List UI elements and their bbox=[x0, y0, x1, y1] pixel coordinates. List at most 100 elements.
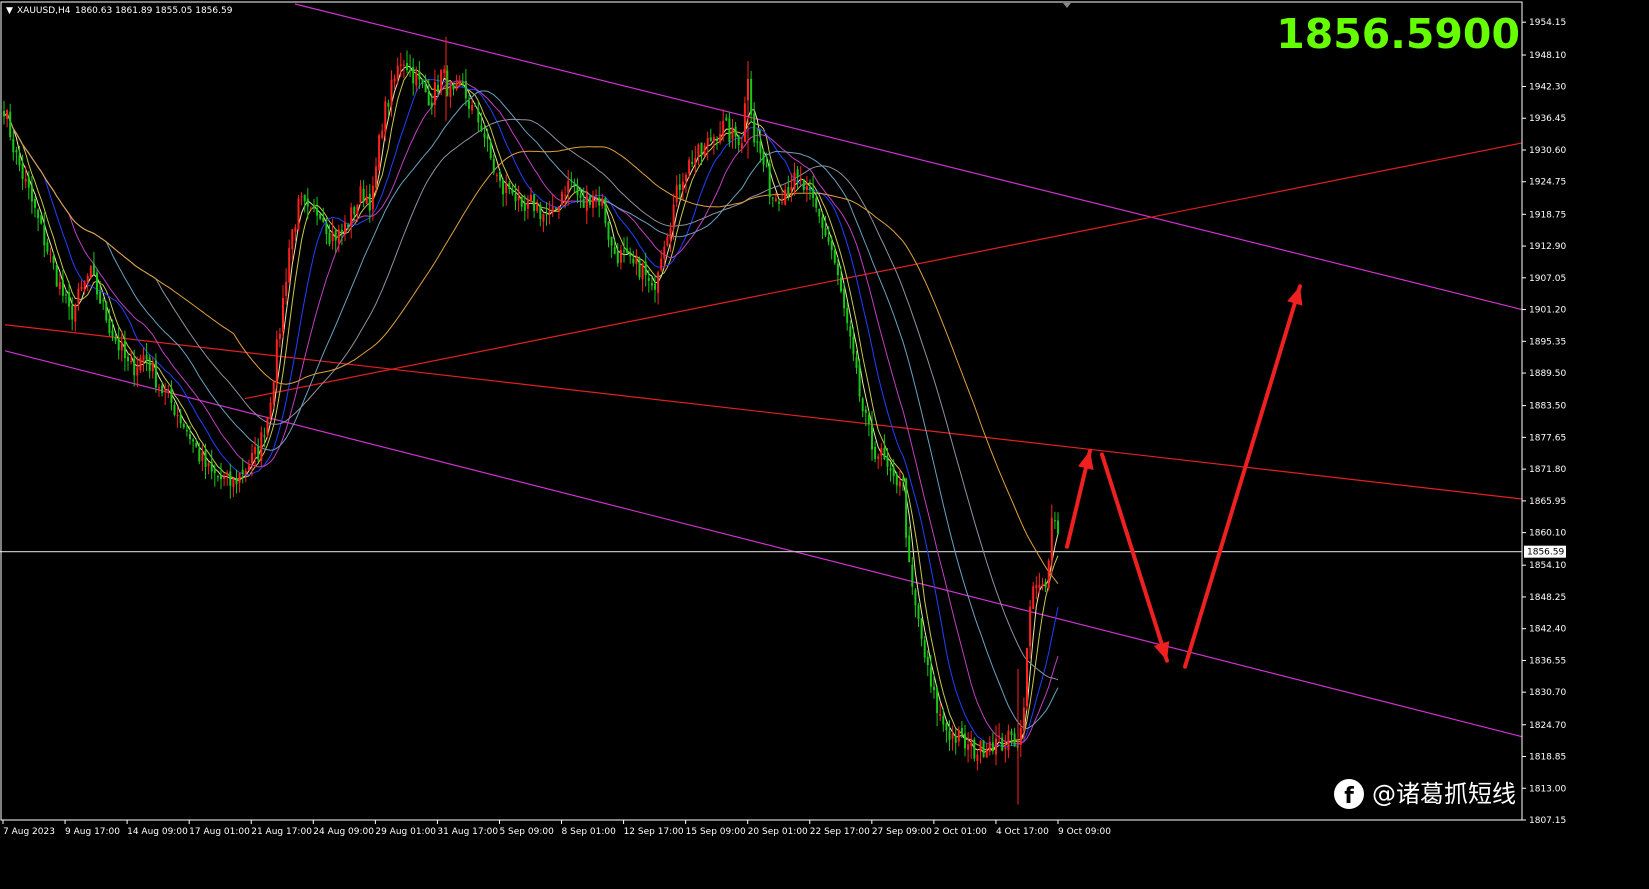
x-tick-label: 5 Sep 09:00 bbox=[499, 827, 554, 837]
candle-body bbox=[750, 78, 753, 115]
candle-body bbox=[939, 713, 942, 716]
candle-body bbox=[375, 166, 377, 188]
candle-body bbox=[650, 283, 653, 286]
candle-body bbox=[300, 196, 303, 198]
candle-body bbox=[657, 272, 660, 293]
candle-body bbox=[306, 198, 309, 207]
candle-body bbox=[229, 471, 232, 486]
candle-body bbox=[768, 163, 771, 198]
candle-body bbox=[1050, 517, 1053, 563]
candle-body bbox=[337, 229, 340, 243]
x-tick-label: 29 Aug 01:00 bbox=[375, 827, 436, 837]
candle-body bbox=[759, 141, 762, 154]
candle-body bbox=[68, 292, 71, 307]
candle-body bbox=[991, 742, 994, 752]
candle-body bbox=[554, 207, 557, 209]
candle-body bbox=[24, 178, 27, 182]
candle-body bbox=[99, 291, 102, 304]
candle-body bbox=[325, 223, 328, 235]
candle-body bbox=[843, 288, 846, 309]
candle-body bbox=[371, 185, 374, 210]
candle-body bbox=[545, 213, 548, 215]
candle-body bbox=[111, 330, 114, 337]
candle-body bbox=[241, 469, 244, 475]
candle-body bbox=[378, 135, 381, 170]
candle-body bbox=[393, 78, 396, 82]
candle-body bbox=[864, 409, 867, 413]
candle-body bbox=[216, 476, 219, 478]
candle-body bbox=[43, 225, 46, 246]
chart-canvas[interactable]: 1954.15 1948.10 1942.30 1936.45 1930.60 1924.… bbox=[0, 0, 1649, 885]
candle-body bbox=[995, 738, 997, 755]
x-tick-label: 12 Sep 17:00 bbox=[624, 827, 684, 837]
candle-body bbox=[55, 265, 58, 287]
shift-marker-icon[interactable] bbox=[1063, 3, 1071, 8]
candle-body bbox=[685, 174, 687, 181]
candle-body bbox=[526, 200, 529, 209]
y-tick-label: 1813.00 bbox=[1529, 784, 1566, 794]
candle-body bbox=[926, 657, 929, 666]
y-tick-label: 1836.55 bbox=[1529, 656, 1566, 666]
candle-body bbox=[365, 196, 368, 204]
candle-body bbox=[582, 199, 585, 208]
candle-body bbox=[334, 230, 337, 241]
candle-body bbox=[694, 157, 697, 166]
y-tick-label: 1895.35 bbox=[1529, 337, 1566, 347]
x-tick-label: 27 Sep 09:00 bbox=[872, 827, 932, 837]
candle-body bbox=[198, 448, 201, 462]
trendline-rising bbox=[244, 142, 1523, 400]
candle-body bbox=[1053, 520, 1056, 522]
candle-body bbox=[117, 338, 120, 351]
candle-body bbox=[536, 204, 539, 211]
candle-body bbox=[424, 82, 427, 93]
candle-body bbox=[105, 301, 108, 321]
candle-body bbox=[282, 298, 284, 332]
candle-body bbox=[898, 481, 901, 487]
candle-body bbox=[40, 215, 43, 224]
candle-body bbox=[712, 136, 715, 142]
candle-body bbox=[929, 667, 932, 687]
chart-collapse-icon[interactable]: ▼ bbox=[6, 6, 13, 16]
candle-body bbox=[285, 281, 288, 296]
forecast-arrow-head bbox=[1287, 286, 1303, 306]
candle-body bbox=[548, 211, 551, 214]
candle-body bbox=[830, 241, 833, 251]
candle-body bbox=[948, 731, 951, 740]
candle-body bbox=[809, 186, 811, 189]
candle-body bbox=[179, 414, 182, 424]
candle-body bbox=[681, 181, 684, 190]
candle-body bbox=[709, 137, 712, 142]
y-tick-label: 1889.50 bbox=[1529, 369, 1566, 379]
candle-body bbox=[263, 435, 266, 437]
x-tick-label: 21 Aug 17:00 bbox=[251, 827, 312, 837]
candle-body bbox=[629, 254, 632, 257]
candle-body bbox=[316, 208, 319, 216]
candle-body bbox=[567, 180, 570, 193]
candle-body bbox=[58, 281, 61, 290]
candle-body bbox=[133, 358, 136, 376]
candle-body bbox=[644, 261, 647, 276]
candle-body bbox=[654, 283, 656, 290]
candle-body bbox=[514, 194, 517, 202]
candle-body bbox=[1029, 606, 1032, 647]
candle-body bbox=[303, 194, 306, 202]
candle-body bbox=[238, 472, 241, 483]
chart-window[interactable]: 1954.15 1948.10 1942.30 1936.45 1930.60 1924.… bbox=[0, 0, 1649, 885]
candle-body bbox=[821, 217, 824, 229]
candle-body bbox=[1026, 647, 1028, 707]
y-tick-label: 1860.10 bbox=[1529, 529, 1566, 539]
candle-body bbox=[592, 196, 594, 208]
candle-body bbox=[815, 198, 818, 208]
candle-body bbox=[964, 733, 966, 749]
y-tick-label: 1936.45 bbox=[1529, 114, 1566, 124]
candle-body bbox=[688, 159, 691, 174]
candle-body bbox=[511, 189, 514, 194]
candle-body bbox=[818, 208, 821, 217]
candle-body bbox=[706, 138, 709, 148]
candle-body bbox=[988, 741, 991, 752]
candle-body bbox=[468, 100, 470, 109]
candle-body bbox=[328, 232, 331, 245]
candle-body bbox=[123, 341, 126, 359]
candle-body bbox=[895, 474, 898, 486]
candle-body bbox=[27, 176, 30, 188]
